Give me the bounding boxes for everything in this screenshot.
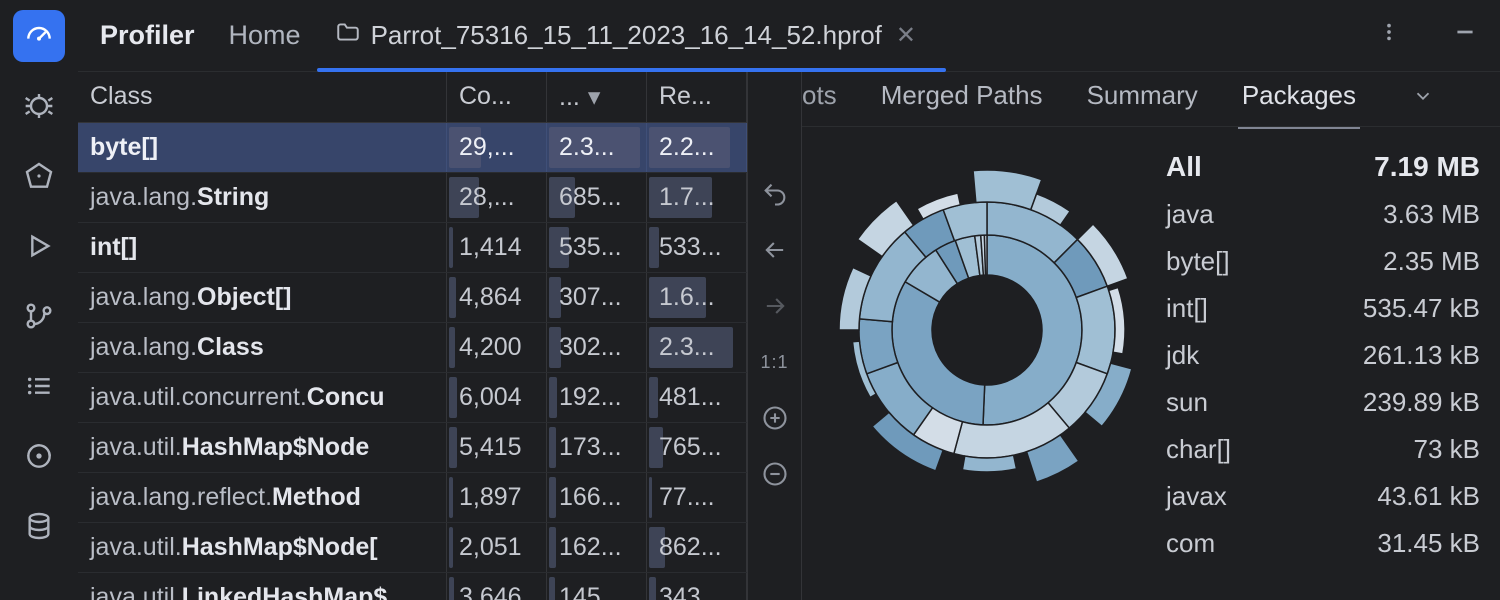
table-row[interactable]: java.util.concurrent.Concu6,004192...481… [78, 373, 747, 423]
table-row[interactable]: java.util.HashMap$Node5,415173...765... [78, 423, 747, 473]
col-class[interactable]: Class [78, 72, 447, 122]
activity-bar [0, 0, 78, 600]
class-table: Class Co... ... ▾ Re... byte[]29,...2.3.… [78, 72, 748, 600]
list-item[interactable]: com31.45 kB [1162, 520, 1484, 567]
table-row[interactable]: java.lang.Object[]4,864307...1.6... [78, 273, 747, 323]
branch-icon[interactable] [13, 290, 65, 342]
col-retained[interactable]: Re... [647, 72, 747, 122]
tab-roots-partial[interactable]: ots [802, 80, 837, 119]
list-item[interactable]: All7.19 MB [1162, 143, 1484, 191]
table-row[interactable]: int[]1,414535...533... [78, 223, 747, 273]
bug-icon[interactable] [13, 80, 65, 132]
class-table-header: Class Co... ... ▾ Re... [78, 72, 747, 123]
table-row[interactable]: java.util.HashMap$Node[2,051162...862... [78, 523, 747, 573]
tab-packages[interactable]: Packages [1242, 80, 1356, 119]
close-icon[interactable]: ✕ [896, 21, 916, 50]
list-item[interactable]: jdk261.13 kB [1162, 332, 1484, 379]
zoom-out-icon[interactable] [758, 457, 792, 491]
target-icon[interactable] [13, 430, 65, 482]
tab-profiler[interactable]: Profiler [100, 20, 195, 51]
file-tab-name: Parrot_75316_15_11_2023_16_14_52.hprof [371, 20, 882, 51]
table-row[interactable]: java.lang.Class4,200302...2.3... [78, 323, 747, 373]
folder-icon [335, 19, 361, 52]
sunburst-chart[interactable] [822, 165, 1152, 495]
package-list: All7.19 MBjava3.63 MBbyte[]2.35 MBint[]5… [1162, 137, 1484, 567]
right-panel: ots Merged Paths Summary Packages All7.1… [802, 72, 1500, 600]
list-icon[interactable] [13, 360, 65, 412]
undo-icon[interactable] [758, 177, 792, 211]
one-to-one-icon[interactable]: 1:1 [758, 345, 792, 379]
tab-summary[interactable]: Summary [1087, 80, 1198, 119]
col-shallow[interactable]: ... ▾ [547, 72, 647, 122]
table-row[interactable]: java.util.LinkedHashMap$3,646145...343..… [78, 573, 747, 600]
back-arrow-icon[interactable] [758, 233, 792, 267]
table-row[interactable]: java.lang.String28,...685...1.7... [78, 173, 747, 223]
kebab-icon[interactable] [1378, 21, 1400, 50]
tab-merged-paths[interactable]: Merged Paths [881, 80, 1043, 119]
list-item[interactable]: java3.63 MB [1162, 191, 1484, 238]
list-item[interactable]: sun239.89 kB [1162, 379, 1484, 426]
poly-icon[interactable] [13, 150, 65, 202]
forward-arrow-icon[interactable] [758, 289, 792, 323]
db-icon[interactable] [13, 500, 65, 552]
chevron-down-icon[interactable] [1412, 85, 1434, 114]
toolbar-gutter: 1:1 [748, 72, 802, 600]
chevron-down-icon: ▾ [588, 82, 601, 112]
tab-home[interactable]: Home [229, 20, 301, 51]
list-item[interactable]: int[]535.47 kB [1162, 285, 1484, 332]
list-item[interactable]: javax43.61 kB [1162, 473, 1484, 520]
right-tab-strip: ots Merged Paths Summary Packages [802, 72, 1500, 127]
zoom-in-icon[interactable] [758, 401, 792, 435]
play-icon[interactable] [13, 220, 65, 272]
file-tab[interactable]: Parrot_75316_15_11_2023_16_14_52.hprof ✕ [335, 0, 916, 71]
col-count[interactable]: Co... [447, 72, 547, 122]
minimize-icon[interactable] [1452, 19, 1478, 52]
table-row[interactable]: byte[]29,...2.3...2.2... [78, 123, 747, 173]
list-item[interactable]: byte[]2.35 MB [1162, 238, 1484, 285]
table-row[interactable]: java.lang.reflect.Method1,897166...77...… [78, 473, 747, 523]
top-tab-strip: Profiler Home Parrot_75316_15_11_2023_16… [78, 0, 1500, 72]
list-item[interactable]: char[]73 kB [1162, 426, 1484, 473]
profiler-tool-icon[interactable] [13, 10, 65, 62]
